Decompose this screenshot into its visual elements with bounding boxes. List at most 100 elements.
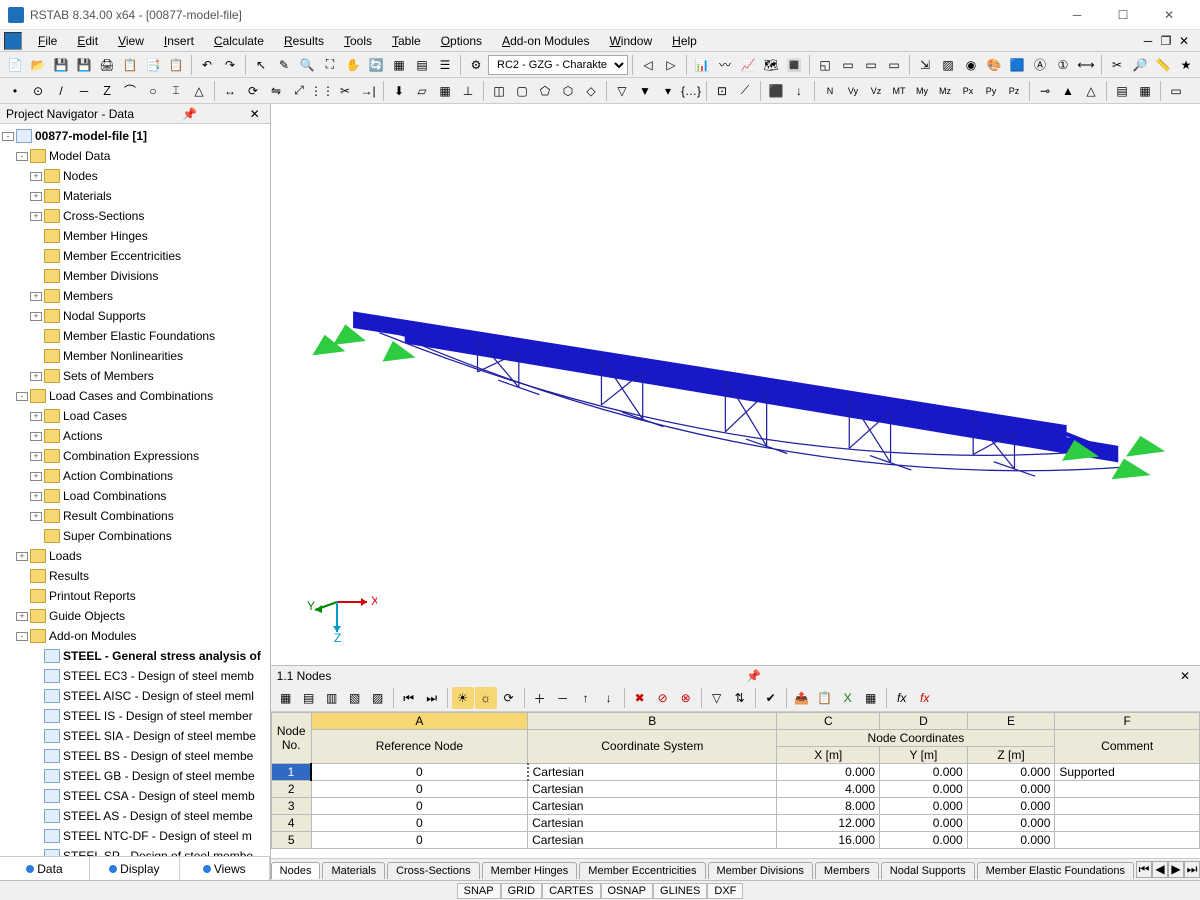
- mdi-close-button[interactable]: ✕: [1176, 34, 1192, 48]
- extend-tool-icon[interactable]: →|: [357, 80, 379, 102]
- render-icon[interactable]: 🎨: [983, 54, 1005, 76]
- select-icon[interactable]: ↖: [250, 54, 272, 76]
- menu-options[interactable]: Options: [431, 32, 492, 50]
- load-icon[interactable]: ↓: [788, 80, 810, 102]
- tree-model-data[interactable]: -Model Data: [2, 147, 268, 165]
- table-tab-nodal-supports[interactable]: Nodal Supports: [881, 862, 975, 879]
- menu-addon-modules[interactable]: Add-on Modules: [492, 32, 599, 50]
- shape1-icon[interactable]: ⬠: [534, 80, 556, 102]
- menu-insert[interactable]: Insert: [154, 32, 204, 50]
- vz-result-icon[interactable]: Vz: [865, 80, 887, 102]
- hinge-result-icon[interactable]: ⊸: [1034, 80, 1056, 102]
- support2-result-icon[interactable]: △: [1080, 80, 1102, 102]
- tree-addon-9[interactable]: +STEEL NTC-DF - Design of steel m: [2, 827, 268, 845]
- status-osnap[interactable]: OSNAP: [601, 883, 654, 899]
- nav-tab-views[interactable]: Views: [180, 857, 270, 880]
- yz-view-icon[interactable]: ▭: [883, 54, 905, 76]
- tree-addon-2[interactable]: +STEEL AISC - Design of steel meml: [2, 687, 268, 705]
- shape3-icon[interactable]: ◇: [580, 80, 602, 102]
- window-result-icon[interactable]: ▭: [1165, 80, 1187, 102]
- arc-tool-icon[interactable]: ⌒: [119, 80, 141, 102]
- tree-addon-8[interactable]: +STEEL AS - Design of steel membe: [2, 807, 268, 825]
- loadcase-select[interactable]: RC2 - GZG - Charakteristis…: [488, 55, 628, 75]
- save-icon[interactable]: 💾: [73, 54, 95, 76]
- tree-modeldata-2[interactable]: +Cross-Sections: [2, 207, 268, 225]
- new-icon[interactable]: 📄: [4, 54, 26, 76]
- results-icon[interactable]: 📊: [691, 54, 713, 76]
- tree-addon[interactable]: -Add-on Modules: [2, 627, 268, 645]
- filter2-icon[interactable]: ▼: [634, 80, 656, 102]
- tree-modeldata-6[interactable]: +Members: [2, 287, 268, 305]
- display-icon[interactable]: ◉: [960, 54, 982, 76]
- col-d[interactable]: D: [880, 712, 968, 729]
- t-clearall-icon[interactable]: ⊗: [675, 687, 697, 709]
- tree-addon-0[interactable]: +STEEL - General stress analysis of: [2, 647, 268, 665]
- t-refresh-icon[interactable]: ⟳: [498, 687, 520, 709]
- tree-modeldata-7[interactable]: +Nodal Supports: [2, 307, 268, 325]
- node2-tool-icon[interactable]: ⊙: [27, 80, 49, 102]
- status-glines[interactable]: GLINES: [653, 883, 707, 899]
- tree-modeldata-10[interactable]: +Sets of Members: [2, 367, 268, 385]
- minimize-button[interactable]: ─: [1054, 1, 1100, 29]
- cube-tool-icon[interactable]: ◫: [488, 80, 510, 102]
- copy-icon[interactable]: 📑: [142, 54, 164, 76]
- tabs-last-icon[interactable]: ⏭: [1184, 861, 1200, 878]
- mdi-minimize-button[interactable]: ─: [1140, 34, 1156, 48]
- t-highlight1-icon[interactable]: ☀: [452, 687, 474, 709]
- open-icon[interactable]: 📂: [27, 54, 49, 76]
- model-viewport[interactable]: X Y Z: [271, 104, 1200, 665]
- redo-icon[interactable]: ↷: [219, 54, 241, 76]
- col-b[interactable]: B: [528, 712, 777, 729]
- sel-node-icon[interactable]: ⊡: [711, 80, 733, 102]
- tree-modeldata-8[interactable]: +Member Elastic Foundations: [2, 327, 268, 345]
- t-filter-icon[interactable]: ▽: [706, 687, 728, 709]
- scale-icon[interactable]: ⇲: [914, 54, 936, 76]
- table-tab-member-eccentricities[interactable]: Member Eccentricities: [579, 862, 705, 879]
- t-insert-icon[interactable]: ✖: [629, 687, 651, 709]
- maximize-button[interactable]: ☐: [1100, 1, 1146, 29]
- col-f[interactable]: F: [1055, 712, 1200, 729]
- xy-view-icon[interactable]: ▭: [837, 54, 859, 76]
- t-grid2-icon[interactable]: ▤: [298, 687, 320, 709]
- section-tool-icon[interactable]: ⌶: [165, 80, 187, 102]
- py-result-icon[interactable]: Py: [980, 80, 1002, 102]
- t-sort-icon[interactable]: ⇅: [729, 687, 751, 709]
- tree-root-model[interactable]: -00877-model-file [1]: [2, 127, 268, 145]
- table-tab-member-elastic-foundations[interactable]: Member Elastic Foundations: [977, 862, 1134, 879]
- grid-tool-icon[interactable]: ▦: [434, 80, 456, 102]
- nodes-table[interactable]: Node No. A B C D E F Reference Node Coor…: [271, 712, 1200, 849]
- t-excel-icon[interactable]: X: [837, 687, 859, 709]
- filter3-icon[interactable]: ▾: [657, 80, 679, 102]
- window-icon[interactable]: ▦: [388, 54, 410, 76]
- number-icon[interactable]: ①: [1052, 54, 1074, 76]
- workplane-icon[interactable]: ▱: [411, 80, 433, 102]
- tree-modeldata-5[interactable]: +Member Divisions: [2, 267, 268, 285]
- ucs-tool-icon[interactable]: ⊥: [457, 80, 479, 102]
- tree-load-cases[interactable]: -Load Cases and Combinations: [2, 387, 268, 405]
- xz-view-icon[interactable]: ▭: [860, 54, 882, 76]
- t-last-icon[interactable]: ⏭: [421, 687, 443, 709]
- filter1-icon[interactable]: ▽: [611, 80, 633, 102]
- status-cartes[interactable]: CARTES: [542, 883, 600, 899]
- t-fx-edit-icon[interactable]: fx: [891, 687, 913, 709]
- tree-modeldata-0[interactable]: +Nodes: [2, 167, 268, 185]
- menu-results[interactable]: Results: [274, 32, 334, 50]
- table-result-icon[interactable]: ▦: [1134, 80, 1156, 102]
- close-button[interactable]: ✕: [1146, 1, 1192, 29]
- rotate-icon[interactable]: 🔄: [365, 54, 387, 76]
- table-icon[interactable]: ▤: [411, 54, 433, 76]
- tree-loads[interactable]: +Loads: [2, 547, 268, 565]
- contour-icon[interactable]: 🗺: [760, 54, 782, 76]
- status-grid[interactable]: GRID: [501, 883, 543, 899]
- polyline-tool-icon[interactable]: Ｚ: [96, 80, 118, 102]
- scale-tool-icon[interactable]: ⤢: [288, 80, 310, 102]
- box-tool-icon[interactable]: ▢: [511, 80, 533, 102]
- print-icon[interactable]: 🖨: [96, 54, 118, 76]
- diagram-result-icon[interactable]: ▤: [1111, 80, 1133, 102]
- px-result-icon[interactable]: Px: [957, 80, 979, 102]
- pz-result-icon[interactable]: Pz: [1003, 80, 1025, 102]
- next-icon[interactable]: ▷: [660, 54, 682, 76]
- status-snap[interactable]: SNAP: [457, 883, 501, 899]
- menu-tools[interactable]: Tools: [334, 32, 382, 50]
- t-check-icon[interactable]: ✔: [760, 687, 782, 709]
